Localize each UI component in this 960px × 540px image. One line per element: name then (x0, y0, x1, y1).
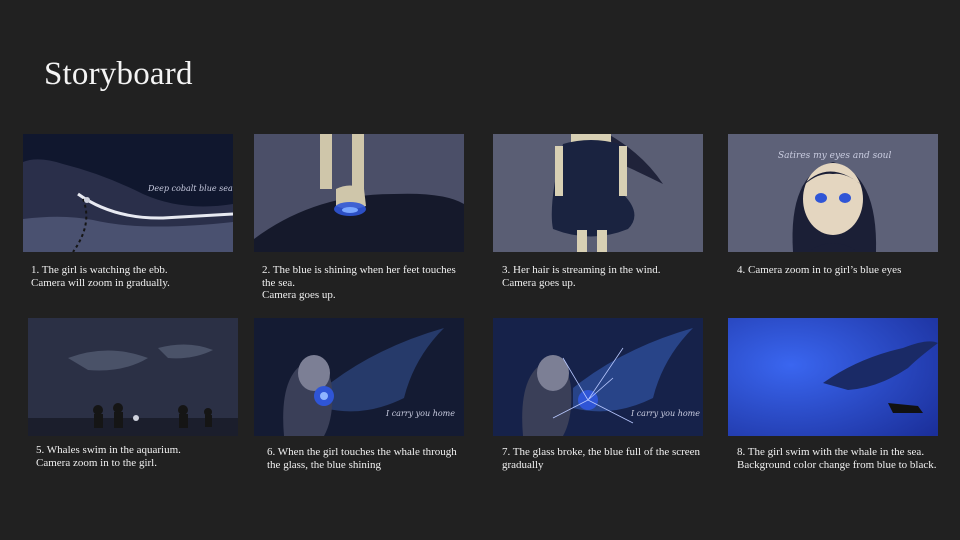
storyboard-frame-4[interactable]: Satires my eyes and soul (728, 134, 938, 252)
caption-5: 5. Whales swim in the aquarium. Camera z… (36, 444, 181, 469)
storyboard-frame-7[interactable]: I carry you home (493, 318, 703, 436)
page-title: Storyboard (44, 56, 193, 92)
storyboard-frame-8[interactable] (728, 318, 938, 436)
frame-5-illustration (28, 318, 238, 436)
caption-4: 4. Camera zoom in to girl’s blue eyes (737, 264, 902, 276)
storyboard-frame-6[interactable]: I carry you home (254, 318, 464, 436)
caption-1: 1. The girl is watching the ebb. Camera … (31, 264, 170, 289)
caption-3: 3. Her hair is streaming in the wind. Ca… (502, 264, 661, 289)
overlay-text: Deep cobalt blue sea (147, 184, 233, 193)
frame-1-illustration: Deep cobalt blue sea (23, 134, 233, 252)
caption-7: 7. The glass broke, the blue full of the… (502, 446, 701, 471)
storyboard-frame-1[interactable]: Deep cobalt blue sea (23, 134, 233, 252)
caption-2: 2. The blue is shining when her feet tou… (262, 264, 456, 301)
overlay-text: I carry you home (385, 409, 455, 418)
storyboard-frame-2[interactable] (254, 134, 464, 252)
frame-8-illustration (728, 318, 938, 436)
frame-3-illustration (493, 134, 703, 252)
storyboard-frame-5[interactable] (28, 318, 238, 436)
frame-6-illustration: I carry you home (254, 318, 464, 436)
caption-8: 8. The girl swim with the whale in the s… (737, 446, 937, 471)
storyboard-frame-3[interactable] (493, 134, 703, 252)
frame-4-illustration: Satires my eyes and soul (728, 134, 938, 252)
overlay-text: I carry you home (630, 409, 700, 418)
caption-6: 6. When the girl touches the whale throu… (267, 446, 457, 471)
frame-7-illustration: I carry you home (493, 318, 703, 436)
frame-2-illustration (254, 134, 464, 252)
overlay-text: Satires my eyes and soul (778, 151, 891, 161)
